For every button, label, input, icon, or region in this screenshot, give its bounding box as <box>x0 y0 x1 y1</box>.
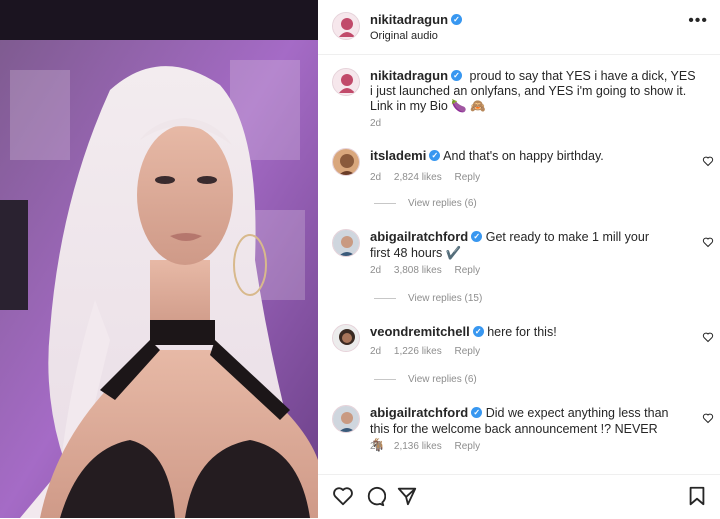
view-replies-text[interactable]: View replies (6) <box>408 198 477 209</box>
heart-icon[interactable] <box>332 485 354 507</box>
comment-likes[interactable]: 2,824 likes <box>394 172 442 183</box>
comment-meta: 2d 3,808 likes Reply <box>370 265 490 276</box>
audio-label[interactable]: Original audio <box>370 30 438 42</box>
comment-meta: 2d 2,136 likes Reply <box>370 441 490 452</box>
more-horizontal-icon[interactable]: ••• <box>688 12 708 30</box>
avatar[interactable] <box>332 12 360 40</box>
view-replies-link[interactable]: View replies (6) <box>374 198 477 209</box>
avatar-image <box>333 406 359 432</box>
comment-date: 2d <box>370 346 382 357</box>
verified-badge-icon: ✓ <box>451 70 463 82</box>
caption-username[interactable]: nikitadragun ✓ <box>370 68 463 83</box>
verified-badge-icon: ✓ <box>429 150 441 162</box>
post-header: nikitadragun ✓ Original audio ••• <box>318 0 720 55</box>
caption-text-block: nikitadragun ✓ proud to say that YES i ha… <box>370 68 700 114</box>
comment-likes[interactable]: 3,808 likes <box>394 265 442 276</box>
comment-date: 2d <box>370 265 382 276</box>
avatar[interactable] <box>332 324 360 352</box>
post-side-panel: nikitadragun ✓ Original audio ••• nikitad… <box>318 0 720 518</box>
comment-heart-icon[interactable] <box>702 412 714 424</box>
avatar-image <box>333 325 359 351</box>
post-action-bar <box>318 474 720 519</box>
comment-likes[interactable]: 1,226 likes <box>394 346 442 357</box>
comment-username-text[interactable]: veondremitchell <box>370 324 470 339</box>
view-replies-text[interactable]: View replies (6) <box>408 374 477 385</box>
comment-text-block: abigailratchford ✓ Get ready to make 1 mi… <box>370 229 670 261</box>
comment-username[interactable]: abigailratchford ✓ <box>370 405 483 420</box>
comment-heart-icon[interactable] <box>702 155 714 167</box>
verified-badge-icon: ✓ <box>451 14 463 26</box>
caption-date: 2d <box>370 118 382 129</box>
comment-text-block: itslademi ✓ And that's on happy birthday. <box>370 148 670 164</box>
avatar-image <box>333 230 359 256</box>
caption-username-text[interactable]: nikitadragun <box>370 68 448 83</box>
reply-button[interactable]: Reply <box>455 441 481 452</box>
replies-divider <box>374 297 396 299</box>
avatar-image <box>333 149 359 175</box>
comment-username-text[interactable]: itslademi <box>370 148 426 163</box>
reply-button[interactable]: Reply <box>455 265 481 276</box>
comment-username-text[interactable]: abigailratchford <box>370 405 468 420</box>
verified-badge-icon: ✓ <box>471 231 483 243</box>
comment-meta: 2d 2,824 likes Reply <box>370 172 490 183</box>
avatar-image <box>333 69 359 95</box>
bookmark-icon[interactable] <box>686 485 708 507</box>
replies-divider <box>374 378 396 380</box>
post-media-image[interactable] <box>0 0 318 518</box>
avatar[interactable] <box>332 148 360 176</box>
avatar[interactable] <box>332 405 360 433</box>
view-replies-link[interactable]: View replies (15) <box>374 293 482 304</box>
comment-date: 2d <box>370 172 382 183</box>
comment-heart-icon[interactable] <box>702 331 714 343</box>
comment-text: And that's on happy birthday. <box>443 149 604 163</box>
comment-username[interactable]: abigailratchford ✓ <box>370 229 483 244</box>
view-replies-text[interactable]: View replies (15) <box>408 293 482 304</box>
reply-button[interactable]: Reply <box>455 346 481 357</box>
replies-divider <box>374 202 396 204</box>
post-author-username[interactable]: nikitadragun ✓ <box>370 12 463 27</box>
view-replies-link[interactable]: View replies (6) <box>374 374 477 385</box>
comment-meta: 2d 1,226 likes Reply <box>370 346 490 357</box>
post-photo <box>0 0 318 518</box>
comment-text-block: veondremitchell ✓ here for this! <box>370 324 670 340</box>
comment-likes[interactable]: 2,136 likes <box>394 441 442 452</box>
avatar[interactable] <box>332 68 360 96</box>
reply-button[interactable]: Reply <box>455 172 481 183</box>
comment-date: 2d <box>370 441 382 452</box>
avatar[interactable] <box>332 229 360 257</box>
avatar-image <box>333 13 359 39</box>
verified-badge-icon: ✓ <box>471 407 483 419</box>
post-author-name[interactable]: nikitadragun <box>370 12 448 27</box>
comment-username-text[interactable]: abigailratchford <box>370 229 468 244</box>
comment-username[interactable]: veondremitchell ✓ <box>370 324 484 339</box>
comment-heart-icon[interactable] <box>702 236 714 248</box>
comment-icon[interactable] <box>364 485 386 507</box>
comment-username[interactable]: itslademi ✓ <box>370 148 441 163</box>
verified-badge-icon: ✓ <box>472 326 484 338</box>
comment-text: here for this! <box>487 325 557 339</box>
send-icon[interactable] <box>396 485 418 507</box>
